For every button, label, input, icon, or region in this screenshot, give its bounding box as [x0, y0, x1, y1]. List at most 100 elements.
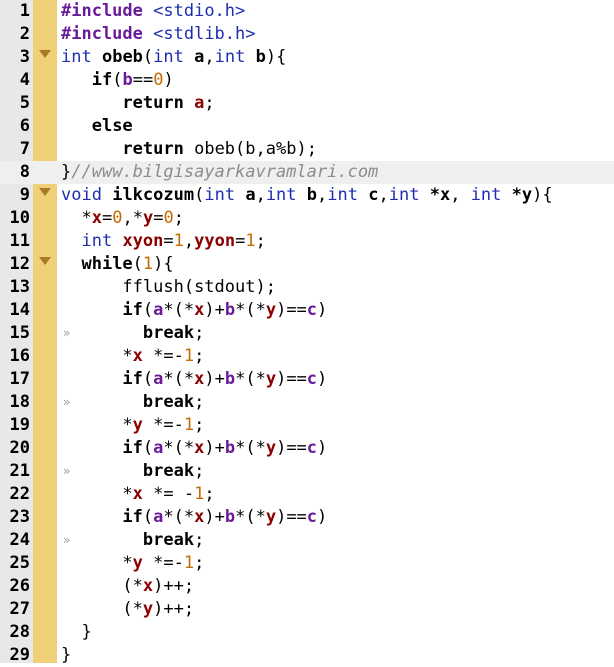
code-token: = — [235, 231, 246, 251]
code-line[interactable]: 21» break; — [0, 460, 614, 483]
code-text[interactable]: } — [61, 644, 71, 667]
code-text[interactable]: #include <stdlib.h> — [61, 23, 256, 46]
code-token: } — [61, 162, 72, 182]
code-line[interactable]: 14 if(a*(*x)+b*(*y)==c) — [0, 299, 614, 322]
code-line[interactable]: 23 if(a*(*x)+b*(*y)==c) — [0, 506, 614, 529]
code-token: *(* — [235, 438, 266, 458]
code-line[interactable]: 10 *x=0,*y=0; — [0, 207, 614, 230]
code-token: 1 — [245, 231, 256, 251]
line-number: 15 — [9, 323, 30, 343]
line-number: 22 — [9, 484, 30, 504]
line-number: 9 — [19, 185, 30, 205]
code-line[interactable]: 26 (*x)++; — [0, 575, 614, 598]
code-line[interactable]: 7 return obeb(b,a%b); — [0, 138, 614, 161]
code-line[interactable]: 8}//www.bilgisayarkavramlari.com — [0, 161, 614, 184]
code-token: )== — [276, 369, 307, 389]
code-text[interactable]: }//www.bilgisayarkavramlari.com — [61, 161, 378, 184]
code-editor[interactable]: 1 #include <stdio.h> 2 #include <stdlib.h> 3… — [0, 0, 614, 665]
code-line[interactable]: 18» break; — [0, 391, 614, 414]
code-text[interactable]: fflush(stdout); — [61, 276, 276, 299]
code-token: ( — [142, 369, 154, 389]
code-text[interactable]: if(a*(*x)+b*(*y)==c) — [61, 506, 327, 529]
code-line[interactable]: 25 *y *=-1; — [0, 552, 614, 575]
line-number: 11 — [9, 231, 30, 251]
code-line[interactable]: 13 fflush(stdout); — [0, 276, 614, 299]
code-token: , — [204, 47, 215, 67]
code-text[interactable]: *x *=-1; — [61, 345, 204, 368]
code-line[interactable]: 11 int xyon=1,yyon=1; — [0, 230, 614, 253]
code-text[interactable]: if(a*(*x)+b*(*y)==c) — [61, 437, 327, 460]
code-text[interactable]: return a; — [61, 92, 214, 115]
code-line[interactable]: 12 while(1){ — [0, 253, 614, 276]
code-text[interactable]: *y *=-1; — [61, 552, 204, 575]
fold-triangle-icon[interactable] — [39, 50, 51, 58]
code-text[interactable]: if(a*(*x)+b*(*y)==c) — [61, 368, 327, 391]
code-token: )== — [276, 438, 307, 458]
code-text[interactable]: break; — [61, 529, 204, 552]
code-text[interactable]: if(a*(*x)+b*(*y)==c) — [61, 299, 327, 322]
code-line[interactable]: 29} — [0, 644, 614, 667]
code-line[interactable]: 16 *x *=-1; — [0, 345, 614, 368]
code-token: <stdio.h> — [153, 1, 246, 21]
code-token: *(* — [163, 507, 195, 527]
code-token: *y — [511, 185, 533, 205]
code-line[interactable]: 15» break; — [0, 322, 614, 345]
code-text[interactable]: int obeb(int a,int b){ — [61, 46, 286, 69]
code-text[interactable]: (*x)++; — [61, 575, 194, 598]
code-token: b — [224, 438, 236, 458]
code-text[interactable]: if(b==0) — [61, 69, 174, 92]
code-line[interactable]: 27 (*y)++; — [0, 598, 614, 621]
code-text[interactable]: else — [61, 115, 133, 138]
code-token: c — [368, 185, 379, 205]
code-line[interactable]: 19 *y *=-1; — [0, 414, 614, 437]
fold-triangle-icon[interactable] — [39, 188, 51, 196]
code-text[interactable]: return obeb(b,a%b); — [61, 138, 317, 161]
code-line[interactable]: 2 #include <stdlib.h> — [0, 23, 614, 46]
code-text[interactable]: break; — [61, 322, 204, 345]
code-line[interactable]: 22 *x *= -1; — [0, 483, 614, 506]
code-line[interactable]: 4 if(b==0) — [0, 69, 614, 92]
code-token: break — [142, 530, 195, 550]
code-line[interactable]: 20 if(a*(*x)+b*(*y)==c) — [0, 437, 614, 460]
code-text[interactable]: (*y)++; — [61, 598, 194, 621]
code-text[interactable]: while(1){ — [61, 253, 173, 276]
fold-triangle-icon[interactable] — [39, 257, 51, 265]
code-line[interactable]: 17 if(a*(*x)+b*(*y)==c) — [0, 368, 614, 391]
code-text[interactable]: int xyon=1,yyon=1; — [61, 230, 265, 253]
code-text[interactable]: } — [61, 621, 91, 644]
code-line[interactable]: 3 int obeb(int a,int b){ — [0, 46, 614, 69]
code-line[interactable]: 9 void ilkcozum(int a,int b,int c,int *x,… — [0, 184, 614, 207]
code-text[interactable]: break; — [61, 460, 204, 483]
code-token: ; — [194, 553, 205, 573]
code-token: b — [306, 185, 318, 205]
code-line[interactable]: 24» break; — [0, 529, 614, 552]
code-token: int — [81, 231, 113, 251]
code-text[interactable]: #include <stdio.h> — [61, 0, 245, 23]
code-line[interactable]: 5 return a; — [0, 92, 614, 115]
code-text[interactable]: break; — [61, 391, 204, 414]
code-text[interactable]: *x *= -1; — [61, 483, 214, 506]
code-token: 1 — [142, 254, 154, 274]
code-token: y — [265, 507, 277, 527]
code-text[interactable]: *x=0,*y=0; — [61, 207, 183, 230]
line-number: 2 — [19, 24, 30, 44]
code-token: a — [153, 507, 164, 527]
code-line[interactable]: 1 #include <stdio.h> — [0, 0, 614, 23]
code-token: *=- — [142, 415, 184, 435]
code-line[interactable]: 6 else — [0, 115, 614, 138]
code-token: c — [306, 300, 318, 320]
code-text[interactable]: void ilkcozum(int a,int b,int c,int *x, … — [61, 184, 553, 207]
code-line[interactable]: 28 } — [0, 621, 614, 644]
code-text[interactable]: *y *=-1; — [61, 414, 204, 437]
